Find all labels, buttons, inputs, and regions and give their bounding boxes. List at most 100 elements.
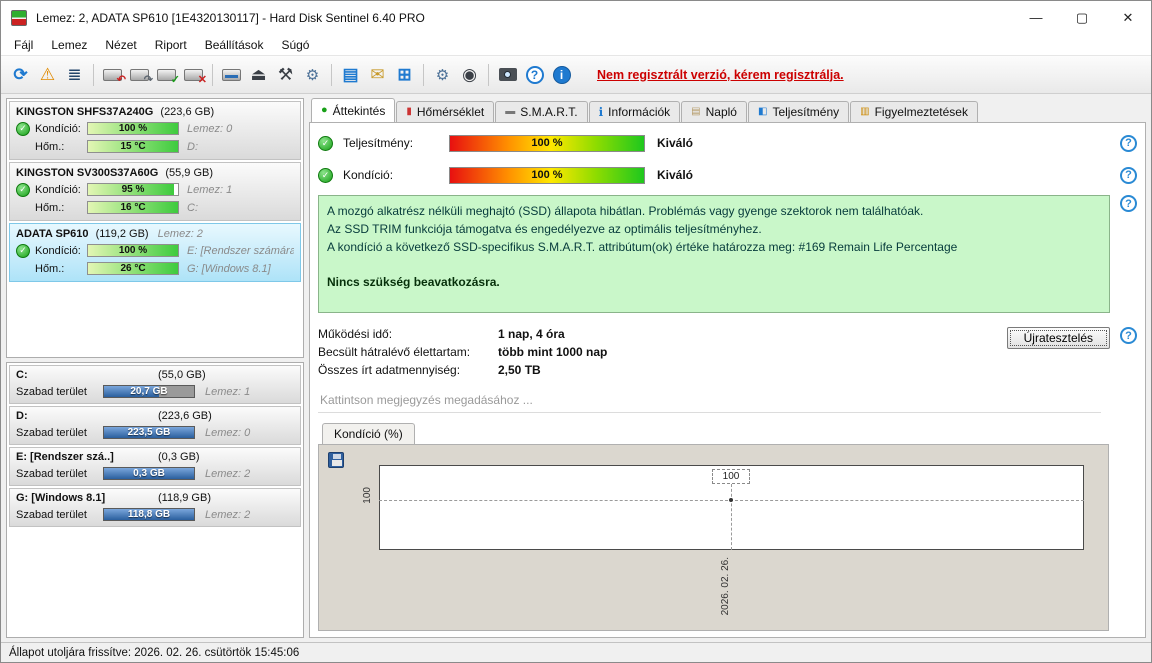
maximize-button[interactable]: ▢ [1059,1,1105,34]
help-icon[interactable]: ? [1120,195,1137,212]
mail-icon[interactable]: ✉ [364,61,391,89]
close-button[interactable]: ✕ [1105,1,1151,34]
window-title: Lemez: 2, ADATA SP610 [1E4320130117] - H… [36,10,425,25]
partition-item-c[interactable]: C: (55,0 GB) Szabad terület 20,7 GB Leme… [9,365,301,404]
help-icon[interactable]: ? [1120,166,1137,184]
status-action-line: Nincs szükség beavatkozásra. [327,275,500,289]
eject-icon[interactable]: ⏏ [245,61,272,89]
screenshot-icon[interactable] [494,61,521,89]
refresh-icon[interactable]: ⟳ [7,61,34,89]
disk-item-kingston-sv300[interactable]: KINGSTON SV300S37A60G (55,9 GB) ✓ Kondíc… [9,162,301,221]
disk-size: (223,6 GB) [160,106,215,118]
disk-list: KINGSTON SHFS37A240G (223,6 GB) ✓ Kondíc… [6,98,304,358]
condition-rating: Kiváló [657,168,694,182]
tab-overview[interactable]: ● Áttekintés [311,98,396,122]
temperature-bar: 26 °C [87,262,179,275]
tabbar: ● Áttekintés ▮ Hőmérséklet ▬ S.M.A.R.T. ℹ In… [309,98,1146,122]
condition-chart: 100 100 2026. 02. 26. [318,444,1109,631]
drive-enclosure-icon[interactable] [218,61,245,89]
menu-disk[interactable]: Lemez [42,36,96,54]
app-icon [11,9,27,26]
disk-number-label: Lemez: 2 [205,508,251,521]
condition-label: Kondíció: [35,122,81,135]
tab-log[interactable]: ▤ Napló [681,101,747,122]
notes-icon[interactable]: ▤ [337,61,364,89]
condition-bar: 100 % [449,166,645,184]
menu-view[interactable]: Nézet [96,36,145,54]
devices-icon[interactable]: ⊞ [391,61,418,89]
tab-temperature[interactable]: ▮ Hőmérséklet [396,101,495,122]
comment-input[interactable] [318,391,1101,413]
report-icon[interactable]: ≣ [61,61,88,89]
temperature-bar: 16 °C [87,201,179,214]
partition-label: G: [Windows 8.1] [187,262,271,275]
chart-point-label: 100 [712,469,750,484]
condition-label: Kondíció: [35,244,81,257]
save-chart-icon[interactable] [328,452,344,468]
disk-ok-icon[interactable]: ✓ [153,61,180,89]
tab-performance[interactable]: ◧ Teljesítmény [747,101,850,122]
settings-gear-icon[interactable]: ⚙ [429,61,456,89]
chart-tab-condition[interactable]: Kondíció (%) [322,423,415,444]
tab-smart[interactable]: ▬ S.M.A.R.T. [495,101,588,122]
partition-size: (118,9 GB) [158,492,211,504]
disk-name: KINGSTON SV300S37A60G [16,167,159,179]
disk-remove-icon[interactable]: ✕ [180,61,207,89]
toolbar-separator [488,63,489,86]
performance-bar: 100 % [449,134,645,152]
menu-settings[interactable]: Beállítások [196,36,273,54]
temperature-label: Hőm.: [35,262,65,275]
partition-size: (0,3 GB) [158,451,200,463]
menu-file[interactable]: Fájl [5,36,42,54]
tools-icon[interactable]: ⚒ [272,61,299,89]
disk-gear-icon[interactable]: ◉ [456,61,483,89]
disk-number-label: Lemez: 0 [187,122,233,135]
disk-number-label: Lemez: 1 [205,385,251,398]
partition-size: (55,0 GB) [158,369,206,381]
health-ok-icon: ✓ [16,182,30,197]
disk-item-kingston-shfs[interactable]: KINGSTON SHFS37A240G (223,6 GB) ✓ Kondíc… [9,101,301,160]
toolbar-separator [331,63,332,86]
unregistered-version-link[interactable]: Nem regisztrált verzió, kérem regisztrál… [597,68,844,82]
ok-icon: ✓ [318,135,333,151]
free-space-bar: 118,8 GB [103,508,195,521]
disk-item-adata-sp610[interactable]: ADATA SP610 (119,2 GB) Lemez: 2 ✓ Kondíc… [9,223,301,282]
partition-name: G: [Windows 8.1] [16,492,106,504]
partition-item-g[interactable]: G: [Windows 8.1] (118,9 GB) Szabad terül… [9,488,301,527]
info-icon[interactable]: i [548,61,575,89]
toolbar-separator [423,63,424,86]
total-written-label: Összes írt adatmennyiség: [318,363,461,377]
temperature-label: Hőm.: [35,201,65,214]
help-icon[interactable]: ? [1120,327,1137,344]
menu-help[interactable]: Súgó [272,36,318,54]
free-space-label: Szabad terület [16,385,87,398]
tab-information[interactable]: ℹ Információk [588,101,681,122]
help-icon[interactable]: ? [1120,134,1137,152]
chart-x-tick: 2026. 02. 26. [720,557,731,616]
status-text: Állapot utoljára frissítve: 2026. 02. 26… [9,646,300,659]
temperature-label: Hőm.: [35,140,65,153]
app-window: Lemez: 2, ADATA SP610 [1E4320130117] - H… [0,0,1152,663]
device-config-icon[interactable]: ⚙ [299,61,326,89]
partition-name: E: [Rendszer szá..] [16,451,114,463]
free-space-bar: 0,3 GB [103,467,195,480]
disk-undo-icon[interactable]: ↶ [99,61,126,89]
ok-icon: ✓ [318,167,333,183]
info-circle-icon: ℹ [598,105,604,119]
disk-test-icon[interactable]: ⚠ [34,61,61,89]
condition-bar: 100 % [87,244,179,257]
minimize-button[interactable]: — [1013,1,1059,34]
menu-report[interactable]: Riport [146,36,196,54]
stats-block: Működési idő: 1 nap, 4 óra Becsült hátra… [318,325,1137,379]
condition-bar: 95 % [87,183,179,196]
total-written-value: 2,50 TB [498,363,541,377]
disk-redo-icon[interactable]: ↷ [126,61,153,89]
retest-button[interactable]: Újratesztelés [1006,327,1110,349]
tab-alerts[interactable]: ▥ Figyelmeztetések [850,101,978,122]
partition-size: (223,6 GB) [158,410,212,422]
health-ok-icon: ✓ [16,121,30,136]
partition-item-e[interactable]: E: [Rendszer szá..] (0,3 GB) Szabad terü… [9,447,301,486]
help-icon[interactable]: ? [521,61,548,89]
disk-size: (119,2 GB) [95,228,149,240]
partition-item-d[interactable]: D: (223,6 GB) Szabad terület 223,5 GB Le… [9,406,301,445]
